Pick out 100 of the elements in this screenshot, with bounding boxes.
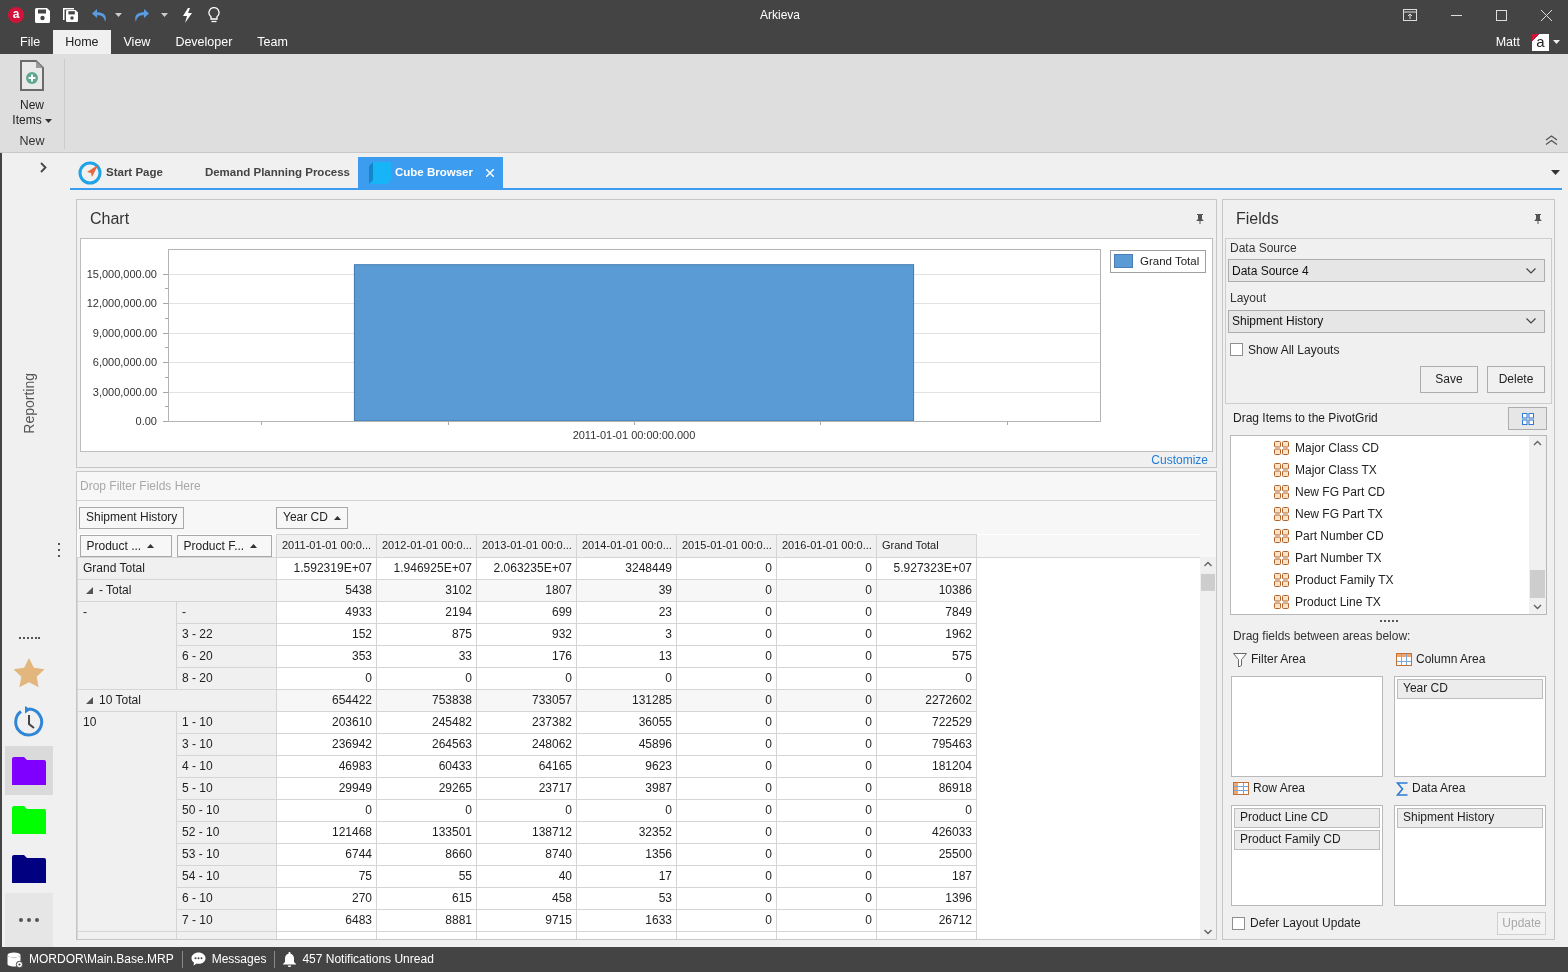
- field-grid-icon: [1274, 595, 1289, 610]
- sigma-icon: [1396, 781, 1408, 796]
- cube-icon: [368, 161, 391, 184]
- box-arrow-icon[interactable]: [1403, 9, 1417, 21]
- funnel-icon: [1233, 652, 1247, 667]
- user-name[interactable]: Matt: [1495, 34, 1520, 50]
- app-logo: a: [8, 7, 24, 23]
- ribbon-group-label: New: [19, 134, 45, 149]
- area-label: Filter Area: [1251, 652, 1306, 667]
- field-list-item[interactable]: Major Class TX: [1295, 462, 1377, 478]
- field-list-item[interactable]: Product Line TX: [1295, 594, 1381, 610]
- dropdown[interactable]: Data Source 4: [1228, 259, 1545, 283]
- collapse-ribbon-icon[interactable]: [1545, 135, 1558, 145]
- field-label: Layout: [1229, 291, 1268, 306]
- caret-down-icon[interactable]: [44, 118, 52, 123]
- menu-tab[interactable]: File: [8, 30, 53, 54]
- pin-icon[interactable]: [1534, 214, 1542, 224]
- ribbon-button[interactable]: New Items: [7, 60, 57, 128]
- user-avatar[interactable]: a: [1532, 33, 1549, 51]
- row-header-cell: 10: [77, 711, 177, 932]
- caret-down-icon[interactable]: [161, 13, 168, 17]
- field-grid-icon: [1274, 551, 1289, 566]
- menu-tab[interactable]: Developer: [163, 30, 245, 54]
- field-button[interactable]: Product ...: [79, 534, 172, 557]
- compass-ring-icon: [78, 160, 102, 185]
- axis-tick-label: 12,000,000.00: [86, 297, 157, 310]
- status-text[interactable]: 457 Notifications Unread: [302, 952, 434, 967]
- field-grid-icon: [1274, 441, 1289, 456]
- minimize-icon[interactable]: [1451, 14, 1462, 16]
- menu-tab[interactable]: View: [111, 30, 163, 54]
- expand-toggle-icon[interactable]: [86, 587, 93, 594]
- save-all-icon[interactable]: [63, 7, 78, 23]
- layout-toggle-button[interactable]: [1508, 407, 1547, 431]
- status-text[interactable]: MORDOR\Main.Base.MRP: [29, 952, 174, 967]
- panel-button[interactable]: Delete: [1487, 366, 1545, 394]
- column-header: Grand Total: [876, 534, 977, 558]
- dropdown[interactable]: Shipment History: [1228, 309, 1545, 333]
- lightning-icon[interactable]: [182, 7, 192, 23]
- area-field-button[interactable]: Shipment History: [1397, 807, 1543, 828]
- document-tab[interactable]: Start Page: [77, 157, 177, 188]
- axis-tick-label: 0.00: [135, 415, 157, 427]
- redo-icon[interactable]: [134, 8, 149, 22]
- axis-tick-label: 6,000,000.00: [92, 356, 157, 369]
- row-header-cell: Grand Total: [77, 557, 277, 580]
- lightbulb-icon[interactable]: [208, 7, 220, 23]
- menu-tab[interactable]: Team: [245, 30, 300, 54]
- row-header-cell: - Total: [99, 583, 132, 598]
- column-header: 2011-01-01 00:0...: [276, 534, 377, 558]
- field-grid-icon: [1274, 507, 1289, 522]
- legend-label: Grand Total: [1140, 255, 1200, 267]
- grid-icon: [1521, 412, 1534, 425]
- field-button[interactable]: Shipment History: [79, 506, 185, 529]
- field-list-item[interactable]: Part Number CD: [1295, 528, 1384, 544]
- field-list-item[interactable]: Part Number TX: [1295, 550, 1382, 566]
- caret-down-icon[interactable]: [115, 13, 122, 17]
- area-field-button[interactable]: Product Line CD: [1234, 807, 1380, 828]
- document-plus-icon: [20, 60, 44, 91]
- field-list-item[interactable]: Product Family TX: [1295, 572, 1394, 588]
- scrollbar[interactable]: [1529, 436, 1546, 615]
- table-icon: [1396, 653, 1412, 667]
- splitter-grip-icon[interactable]: [1379, 620, 1398, 623]
- field-button[interactable]: Year CD: [276, 506, 348, 529]
- panel-button[interactable]: Save: [1420, 366, 1478, 394]
- axis-category-label: 2011-01-01 00:00:00.000: [572, 429, 696, 441]
- area-field-button[interactable]: Product Family CD: [1234, 829, 1380, 850]
- pin-icon[interactable]: [1196, 214, 1204, 224]
- sidebar-section-label: Reporting: [20, 373, 38, 434]
- status-text[interactable]: Messages: [211, 952, 267, 967]
- undo-icon[interactable]: [92, 8, 107, 22]
- database-icon[interactable]: [7, 951, 23, 968]
- caret-down-icon[interactable]: [1553, 40, 1560, 44]
- menu-tab[interactable]: Home: [53, 30, 111, 54]
- close-icon[interactable]: [1541, 9, 1552, 21]
- field-list-item[interactable]: New FG Part CD: [1295, 484, 1385, 500]
- column-header: 2013-01-01 00:0...: [476, 534, 577, 558]
- table-icon: [1233, 782, 1249, 796]
- checkbox[interactable]: [1230, 343, 1243, 357]
- chat-bubble-icon[interactable]: [190, 952, 206, 967]
- star-icon: [13, 657, 45, 688]
- panel-title: Chart: [90, 209, 130, 229]
- document-tab[interactable]: Demand Planning Process: [176, 157, 358, 188]
- axis-tick-label: 9,000,000.00: [92, 326, 157, 339]
- customize-link[interactable]: Customize: [1151, 453, 1208, 467]
- save-icon[interactable]: [35, 7, 50, 23]
- field-button[interactable]: Product F...: [176, 534, 272, 557]
- maximize-icon[interactable]: [1496, 9, 1507, 21]
- scrollbar[interactable]: [1200, 557, 1216, 939]
- chevron-down-icon: [1526, 318, 1536, 325]
- section-label: Drag fields between areas below:: [1232, 629, 1412, 644]
- area-field-button[interactable]: Year CD: [1397, 678, 1543, 699]
- chevron-right-icon[interactable]: [40, 162, 47, 173]
- column-header: 2016-01-01 00:0...: [776, 534, 877, 558]
- checkbox[interactable]: [1232, 916, 1245, 930]
- bell-icon[interactable]: [283, 952, 297, 967]
- field-list-item[interactable]: New FG Part TX: [1295, 506, 1383, 522]
- field-grid-icon: [1274, 463, 1289, 478]
- caret-down-icon[interactable]: [1551, 170, 1560, 175]
- field-list-item[interactable]: Major Class CD: [1295, 440, 1379, 456]
- expand-toggle-icon[interactable]: [86, 697, 93, 704]
- more-icon[interactable]: [19, 918, 39, 922]
